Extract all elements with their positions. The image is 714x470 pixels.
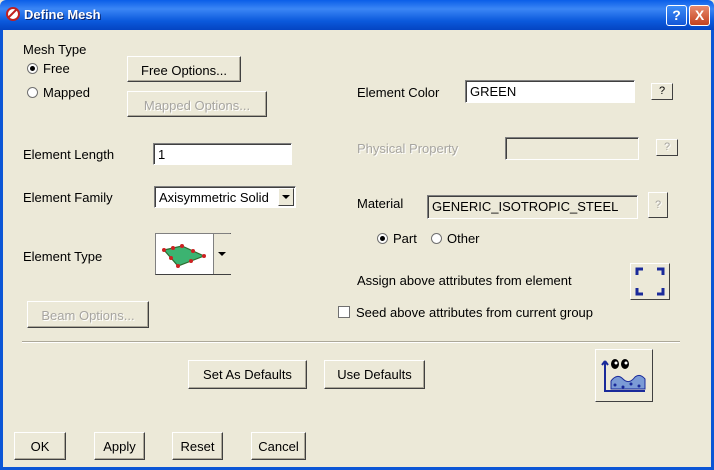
- element-type-select[interactable]: [155, 233, 231, 275]
- apply-button[interactable]: Apply: [94, 432, 145, 460]
- reset-label: Reset: [180, 439, 215, 454]
- mapped-radio[interactable]: [27, 87, 38, 98]
- separator: [22, 341, 680, 343]
- use-defaults-label: Use Defaults: [337, 367, 412, 382]
- material-help-button[interactable]: ?: [648, 192, 668, 218]
- seed-attributes-checkbox[interactable]: [338, 306, 350, 318]
- material-label: Material: [357, 196, 404, 211]
- element-type-dropdown-arrow[interactable]: [213, 234, 231, 274]
- element-color-help-button[interactable]: ?: [651, 83, 673, 100]
- use-defaults-button[interactable]: Use Defaults: [324, 360, 425, 389]
- mapped-options-button[interactable]: Mapped Options...: [127, 91, 267, 117]
- other-radio[interactable]: [431, 233, 442, 244]
- window-title: Define Mesh: [24, 7, 101, 22]
- element-type-label: Element Type: [23, 249, 103, 264]
- physical-property-help-button[interactable]: ?: [656, 139, 678, 156]
- help-button[interactable]: ?: [666, 5, 687, 26]
- title-bar: Define Mesh ? X: [0, 0, 714, 30]
- chevron-down-icon: [282, 195, 290, 199]
- element-length-input[interactable]: 1: [153, 143, 292, 165]
- element-color-input[interactable]: GREEN: [465, 80, 635, 103]
- physical-property-label: Physical Property: [357, 141, 459, 156]
- set-as-defaults-label: Set As Defaults: [203, 367, 292, 382]
- reset-button[interactable]: Reset: [172, 432, 223, 460]
- element-family-dropdown-arrow[interactable]: [278, 188, 294, 206]
- mapped-radio-label[interactable]: Mapped: [43, 85, 90, 100]
- part-radio[interactable]: [377, 233, 388, 244]
- ok-button[interactable]: OK: [14, 432, 66, 460]
- element-family-label: Element Family: [23, 190, 113, 205]
- element-color-label: Element Color: [357, 85, 440, 100]
- beam-options-label: Beam Options...: [41, 308, 135, 323]
- select-element-icon: [635, 267, 665, 296]
- cancel-label: Cancel: [258, 439, 299, 454]
- close-button[interactable]: X: [689, 5, 710, 26]
- beam-options-button[interactable]: Beam Options...: [27, 301, 149, 328]
- set-as-defaults-button[interactable]: Set As Defaults: [188, 360, 307, 389]
- cancel-button[interactable]: Cancel: [251, 432, 306, 460]
- free-options-label: Free Options...: [141, 63, 227, 78]
- window-frame-left: [0, 30, 3, 470]
- app-icon: [6, 7, 20, 21]
- material-input[interactable]: GENERIC_ISOTROPIC_STEEL: [427, 195, 638, 219]
- free-radio-label[interactable]: Free: [43, 61, 70, 76]
- mesh-preview-button[interactable]: [595, 349, 653, 402]
- physical-property-input[interactable]: [505, 137, 639, 160]
- part-radio-label[interactable]: Part: [393, 231, 417, 246]
- seed-attributes-label[interactable]: Seed above attributes from current group: [356, 305, 593, 320]
- apply-label: Apply: [103, 439, 136, 454]
- free-radio[interactable]: [27, 63, 38, 74]
- element-family-select[interactable]: Axisymmetric Solid: [154, 186, 296, 208]
- assign-attributes-label: Assign above attributes from element: [357, 273, 572, 288]
- mapped-options-label: Mapped Options...: [143, 98, 251, 113]
- element-family-value: Axisymmetric Solid: [159, 190, 269, 205]
- assign-from-element-button[interactable]: [630, 263, 670, 300]
- free-options-button[interactable]: Free Options...: [127, 56, 241, 82]
- element-length-label: Element Length: [23, 147, 115, 162]
- chevron-down-icon: [218, 252, 226, 256]
- axisymmetric-element-icon: [162, 244, 206, 268]
- other-radio-label[interactable]: Other: [447, 231, 480, 246]
- mesh-preview-icon: [601, 359, 646, 392]
- mesh-type-label: Mesh Type: [23, 42, 87, 57]
- ok-label: OK: [30, 439, 50, 454]
